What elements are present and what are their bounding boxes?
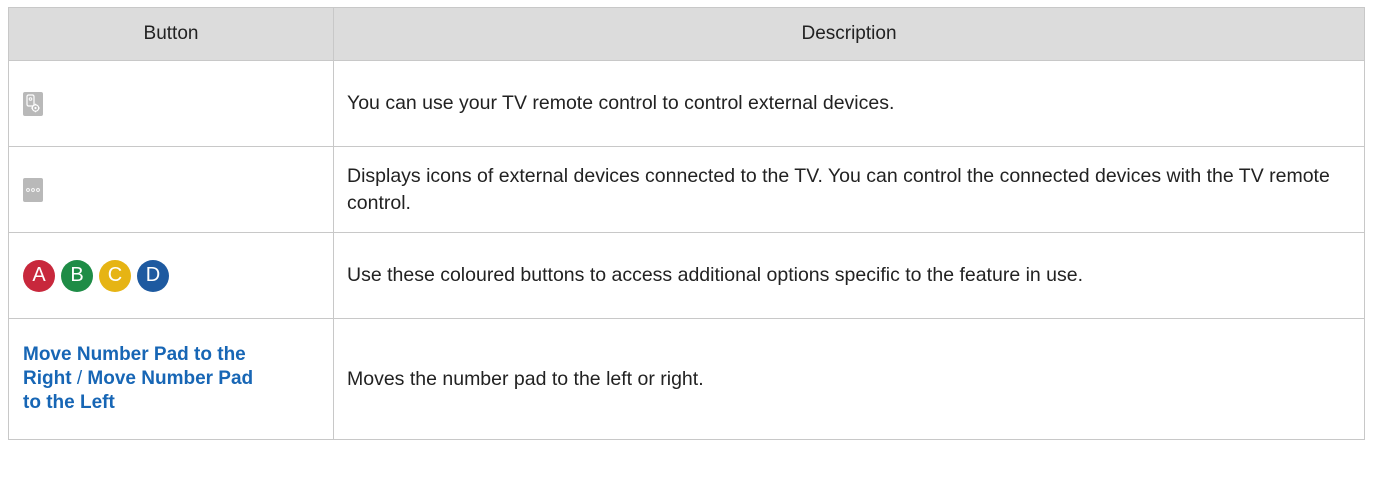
button-cell: A B C D bbox=[8, 232, 334, 319]
color-button-d: D bbox=[137, 259, 169, 292]
label-separator: / bbox=[71, 368, 88, 389]
move-number-pad-label: Move Number Pad to the Right / Move Numb… bbox=[23, 343, 263, 415]
header-button: Button bbox=[8, 7, 334, 61]
button-cell bbox=[8, 146, 334, 233]
header-description: Description bbox=[333, 7, 1365, 61]
table-row: Displays icons of external devices conne… bbox=[8, 146, 1365, 233]
more-dots-icon bbox=[23, 177, 43, 202]
button-description-table-container: Button Description You can use your TV r… bbox=[8, 7, 1365, 440]
description-cell: You can use your TV remote control to co… bbox=[333, 60, 1365, 147]
button-cell bbox=[8, 60, 334, 147]
table-row: Move Number Pad to the Right / Move Numb… bbox=[8, 318, 1365, 440]
device-control-icon bbox=[23, 91, 43, 116]
color-buttons: A B C D bbox=[23, 259, 319, 292]
button-description-table: Button Description You can use your TV r… bbox=[8, 7, 1365, 440]
description-cell: Use these coloured buttons to access add… bbox=[333, 232, 1365, 319]
color-button-c: C bbox=[99, 259, 131, 292]
color-button-b: B bbox=[61, 259, 93, 292]
description-cell: Moves the number pad to the left or righ… bbox=[333, 318, 1365, 440]
table-header-row: Button Description bbox=[8, 7, 1365, 61]
color-button-a: A bbox=[23, 259, 55, 292]
description-cell: Displays icons of external devices conne… bbox=[333, 146, 1365, 233]
button-cell: Move Number Pad to the Right / Move Numb… bbox=[8, 318, 334, 440]
table-row: A B C D Use these coloured buttons to ac… bbox=[8, 232, 1365, 319]
table-row: You can use your TV remote control to co… bbox=[8, 60, 1365, 147]
